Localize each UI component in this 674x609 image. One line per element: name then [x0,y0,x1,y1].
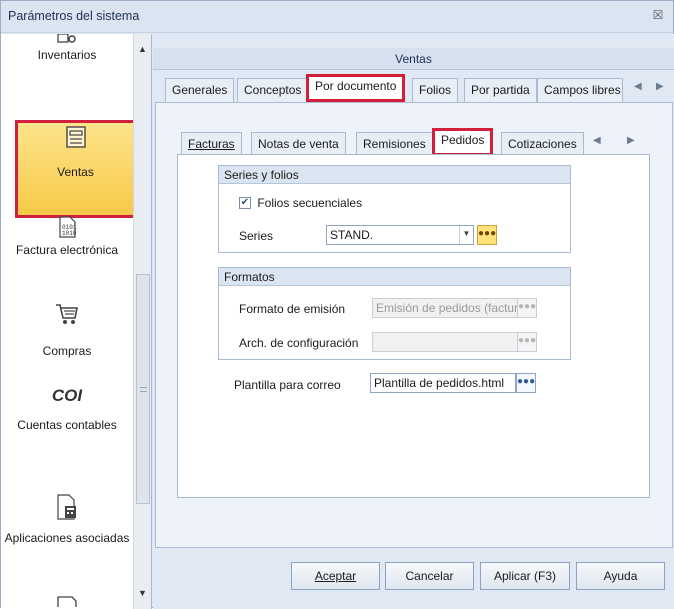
plantilla-label: Plantilla para correo [234,378,341,392]
tab-facturas-label: Facturas [188,137,235,151]
doctab-scroll-right-icon[interactable]: ▶ [627,135,635,146]
series-browse-button[interactable]: ●●● [477,225,497,245]
plantilla-value: Plantilla de pedidos.html [374,376,505,390]
binary-doc-icon: 0101 1010 [59,216,77,238]
formatos-group: Formatos Formato de emisión Emisión de p… [218,267,571,360]
emision-label: Formato de emisión [239,302,346,316]
tab-folios[interactable]: Folios [412,78,459,102]
window-title: Parámetros del sistema [8,9,140,23]
title-bar: Parámetros del sistema ☒ [1,1,673,33]
checkbox-checked-icon: ✔ [239,196,251,209]
folios-secuenciales-checkbox[interactable]: ✔ Folios secuenciales [239,195,362,210]
section-header: Ventas [153,48,674,70]
emision-browse-button: ●●● [517,298,537,318]
scroll-up-icon[interactable]: ▲ [138,44,147,54]
tab-remisiones-label: Remisiones [363,137,426,151]
tab-generales[interactable]: Generales [165,78,235,102]
main-panel: Ventas Generales Conceptos Por documento… [153,34,674,609]
sidebar-item-label: Aplicaciones asociadas [4,531,130,545]
config-browse-button: ●●● [517,332,537,352]
sidebar-item-label: Inventarios [37,48,97,62]
sidebar-item-aplicaciones-asociadas[interactable]: Aplicaciones asociadas [1,494,133,574]
scroll-thumb[interactable] [136,274,150,504]
tab-cotizaciones[interactable]: Cotizaciones [501,132,584,156]
sidebar-item-cuentas-contables[interactable]: COI Cuentas contables [1,386,133,456]
tab-cotizaciones-label: Cotizaciones [508,137,577,151]
tab-por-partida[interactable]: Por partida [464,78,537,102]
cancel-button[interactable]: Cancelar [385,562,474,590]
calculator-doc-icon [57,494,76,520]
tab-facturas[interactable]: Facturas [181,132,242,156]
register-icon [65,126,86,148]
tab-pedidos[interactable]: Pedidos [432,128,494,156]
sidebar-item-label: Cuentas contables [17,418,117,432]
config-field [372,332,518,352]
pedidos-panel: Series y folios ✔ Folios secuenciales Se… [177,154,650,498]
series-select[interactable]: STAND. ▼ [326,225,474,245]
emision-value: Emisión de pedidos (factura [376,301,518,315]
tab-remisiones[interactable]: Remisiones [356,132,433,156]
sidebar-scrollbar[interactable]: ▲ ▼ [133,34,151,609]
tab-notas-label: Notas de venta [258,137,339,151]
plantilla-field[interactable]: Plantilla de pedidos.html [370,373,516,393]
sidebar-item-ventas[interactable]: Ventas [15,120,136,218]
accept-button[interactable]: Aceptar [291,562,380,590]
tab-campos-libres[interactable]: Campos libres [537,78,623,102]
sidebar-item-inventarios[interactable]: Inventarios [1,34,133,84]
cancel-label: Cancelar [405,569,454,583]
apply-button[interactable]: Aplicar (F3) [480,562,570,590]
accept-label: Aceptar [314,569,357,583]
inventory-icon [57,34,76,43]
series-folios-group: Series y folios ✔ Folios secuenciales Se… [218,165,571,253]
group-title: Series y folios [219,166,570,184]
cart-icon [56,304,78,324]
help-button[interactable]: Ayuda [576,562,665,590]
coi-icon: COI [51,386,83,405]
series-label: Series [239,229,274,243]
close-button[interactable]: ☒ [649,8,667,24]
apply-label: Aplicar (F3) [493,569,556,583]
sidebar: Inventarios Ventas 0101 1010 Factura ele… [1,34,152,609]
chevron-down-icon[interactable]: ▼ [459,226,473,244]
tab-pedidos-label: Pedidos [441,133,485,147]
tab-por-documento[interactable]: Por documento [306,74,406,102]
svg-text:1010: 1010 [62,230,77,237]
tab-notas-de-venta[interactable]: Notas de venta [251,132,346,156]
sidebar-item-compras[interactable]: Compras [1,302,133,372]
scroll-down-icon[interactable]: ▼ [138,588,147,598]
doctab-scroll-left-icon[interactable]: ◀ [593,135,601,146]
sidebar-item-label: Ventas [57,165,94,179]
help-label: Ayuda [603,569,638,583]
group-title: Formatos [219,268,570,286]
sidebar-item-label: Compras [42,344,92,358]
tab-scroll-right-icon[interactable]: ▶ [656,81,664,92]
tab-scroll-left-icon[interactable]: ◀ [634,81,642,92]
formato-emision-field: Emisión de pedidos (factura [372,298,518,318]
config-label: Arch. de configuración [239,336,359,350]
checkbox-label: Folios secuenciales [257,195,363,210]
doc-icon [57,596,77,607]
plantilla-browse-button[interactable]: ●●● [516,373,536,393]
system-parameters-window: Parámetros del sistema ☒ Inventarios Ven… [0,0,674,609]
sidebar-item-factura-electronica[interactable]: 0101 1010 Factura electrónica [1,216,133,268]
tab-conceptos[interactable]: Conceptos [237,78,309,102]
sidebar-item-label: Factura electrónica [15,243,119,257]
series-value: STAND. [330,228,374,242]
